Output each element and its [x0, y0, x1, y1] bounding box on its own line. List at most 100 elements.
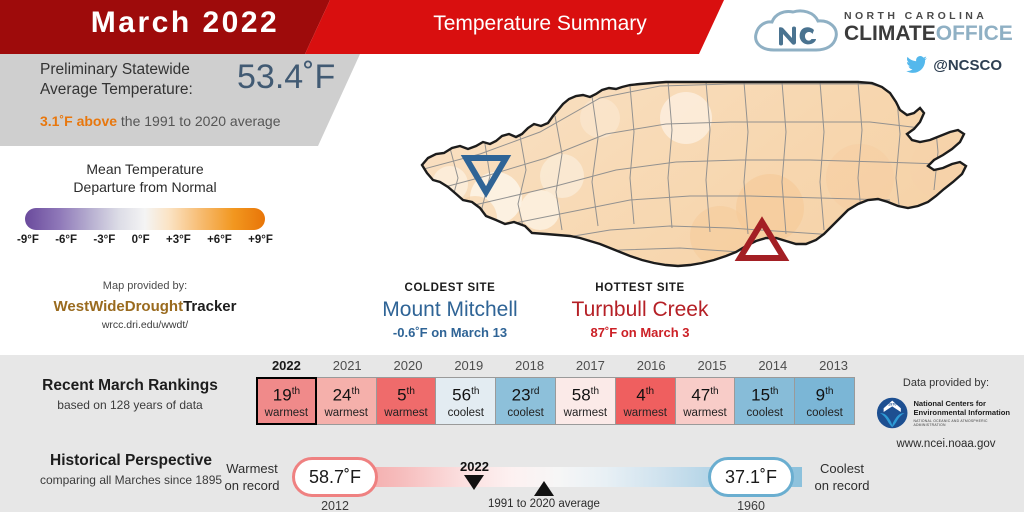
ranking-year-label: 2018	[515, 358, 545, 373]
legend-tick: 0°F	[131, 234, 150, 246]
nc-cloud-logo-icon	[754, 9, 838, 52]
end-label-line: Warmest	[226, 461, 278, 476]
ranking-number: 58th	[571, 385, 600, 405]
warmest-on-record-label: Warmest on record	[214, 460, 290, 494]
stat-label-line1: Preliminary Statewide	[40, 61, 190, 78]
departure-highlight: 3.1˚F above	[40, 113, 118, 129]
noaa-data-credit: Data provided by: 1970 National Centers …	[876, 377, 1016, 450]
rankings-section-label: Recent March Rankings based on 128 years…	[10, 377, 250, 412]
hottest-site-kicker: HOTTEST SITE	[595, 282, 685, 294]
warmest-on-record-value: 58.7˚F	[292, 457, 378, 497]
ranking-cell[interactable]: 5th warmest	[375, 377, 437, 425]
noaa-seal-icon: 1970	[876, 397, 908, 429]
end-label-line: on record	[814, 478, 870, 493]
current-year-marker-label: 2022	[460, 459, 489, 474]
departure-from-normal-text: 3.1˚F above the 1991 to 2020 average	[40, 113, 281, 129]
ranking-cell[interactable]: 15th coolest	[734, 377, 796, 425]
ranking-year-label: 2021	[332, 358, 362, 373]
noaa-line2: Environmental Information	[913, 408, 1011, 417]
rankings-subtitle: based on 128 years of data	[57, 398, 203, 412]
ranking-word: warmest	[264, 406, 309, 419]
ranking-cell[interactable]: 24th warmest	[315, 377, 377, 425]
hottest-site-name: Turnbull Creek	[571, 298, 709, 321]
legend-title: Mean Temperature Departure from Normal	[0, 160, 290, 196]
ranking-number: 4th	[636, 385, 655, 405]
end-label-line: on record	[224, 478, 280, 493]
end-label-line: Coolest	[819, 461, 865, 476]
legend-tick: +3°F	[165, 234, 191, 246]
page-title: March 2022	[90, 6, 280, 39]
ranking-cell[interactable]: 23rd coolest	[495, 377, 556, 425]
logo-climate-word: CLIMATE	[844, 22, 936, 45]
logo-wordmark: NORTH CAROLINA CLIMATEOFFICE	[844, 10, 1013, 45]
map-credit-url[interactable]: wrcc.dri.edu/wwdt/	[0, 319, 290, 331]
infographic-page: March 2022 Temperature Summary NORTH CAR…	[0, 0, 1024, 513]
map-legend: Mean Temperature Departure from Normal -…	[0, 160, 290, 246]
ranking-cells-row: 19th warmest 24th warmest 5th warmest 56th cool…	[256, 377, 864, 425]
ranking-year-label: 2014	[758, 358, 788, 373]
current-year-marker: 2022	[460, 459, 489, 490]
ranking-year-label: 2013	[819, 358, 849, 373]
north-carolina-temperature-map	[300, 58, 1024, 288]
ranking-number: 56th	[452, 385, 480, 405]
ranking-word: coolest	[746, 406, 783, 419]
noaa-line3: NATIONAL OCEANIC AND ATMOSPHERIC ADMINIS…	[913, 419, 988, 427]
ranking-word: warmest	[563, 406, 608, 419]
ranking-word: warmest	[324, 406, 368, 419]
ranking-word: coolest	[447, 406, 484, 419]
ranking-word: warmest	[683, 406, 727, 419]
departure-rest: the 1991 to 2020 average	[117, 113, 281, 129]
legend-tick: -6°F	[55, 234, 78, 246]
map-credit-brand: WestWideDroughtTracker	[0, 298, 290, 315]
statewide-average-label: Preliminary Statewide Average Temperatur…	[40, 60, 240, 100]
noaa-wordmark: National Centers for Environmental Infor…	[913, 399, 1016, 427]
noaa-credit-pre: Data provided by:	[902, 377, 990, 389]
legend-title-line2: Departure from Normal	[73, 179, 217, 195]
svg-text:1970: 1970	[888, 402, 896, 406]
map-credit-pre: Map provided by:	[102, 280, 188, 292]
legend-tick: +9°F	[248, 234, 273, 246]
ranking-word: warmest	[384, 406, 428, 419]
ranking-number: 23rd	[511, 385, 540, 405]
historical-perspective-scale: Warmest on record 58.7˚F 2012 2022 1991 t…	[225, 451, 876, 513]
hottest-site-detail: 87˚F on March 3	[590, 325, 690, 340]
hottest-site-callout: HOTTEST SITE Turnbull Creek 87˚F on Marc…	[520, 282, 760, 340]
ranking-cell[interactable]: 19th warmest	[256, 377, 317, 425]
nc-state-map-svg	[420, 80, 968, 268]
coolest-on-record-value: 37.1˚F	[708, 457, 794, 497]
ranking-number: 19th	[272, 385, 301, 405]
coolest-on-record-label: Coolest on record	[804, 460, 880, 494]
ranking-cell[interactable]: 4th warmest	[614, 377, 676, 425]
normal-average-marker: 1991 to 2020 average	[488, 481, 600, 510]
legend-tick: +6°F	[207, 234, 232, 246]
ranking-year-label: 2020	[393, 358, 423, 373]
map-departure-fill-layer	[422, 82, 966, 266]
ranking-word: coolest	[507, 406, 544, 419]
ranking-number: 9th	[815, 385, 834, 405]
logo-line-climate-office: CLIMATEOFFICE	[844, 23, 1013, 45]
page-subtitle: Temperature Summary	[433, 12, 647, 35]
warmest-on-record-year: 2012	[321, 499, 349, 513]
logo-office-word: OFFICE	[935, 22, 1013, 45]
ranking-cell[interactable]: 56th coolest	[435, 377, 497, 425]
ranking-word: coolest	[806, 406, 843, 419]
normal-average-marker-label: 1991 to 2020 average	[488, 498, 600, 510]
ranking-year-headers: 2022 2021 2020 2019 2018 2017 2016 2015 2014 2013	[256, 358, 864, 373]
legend-tick: -3°F	[93, 234, 116, 246]
ranking-cell[interactable]: 58th warmest	[554, 377, 616, 425]
triangle-down-icon	[464, 475, 485, 490]
ranking-year-label: 2015	[697, 358, 727, 373]
ranking-cell[interactable]: 9th coolest	[794, 377, 855, 425]
legend-tick-labels: -9°F -6°F -3°F 0°F +3°F +6°F +9°F	[17, 234, 273, 246]
legend-color-bar	[25, 208, 265, 230]
ranking-year-label: 2017	[575, 358, 605, 373]
ranking-number: 24th	[332, 385, 360, 405]
ranking-year-label: 2022	[271, 358, 301, 373]
ranking-number: 15th	[751, 385, 779, 405]
ranking-number: 5th	[397, 385, 415, 405]
ranking-year-label: 2019	[454, 358, 484, 373]
noaa-logo-row: 1970 National Centers for Environmental …	[876, 396, 1016, 430]
noaa-url[interactable]: www.ncei.noaa.gov	[876, 438, 1016, 450]
ranking-cell[interactable]: 47th warmest	[674, 377, 736, 425]
ranking-word: warmest	[623, 406, 667, 419]
